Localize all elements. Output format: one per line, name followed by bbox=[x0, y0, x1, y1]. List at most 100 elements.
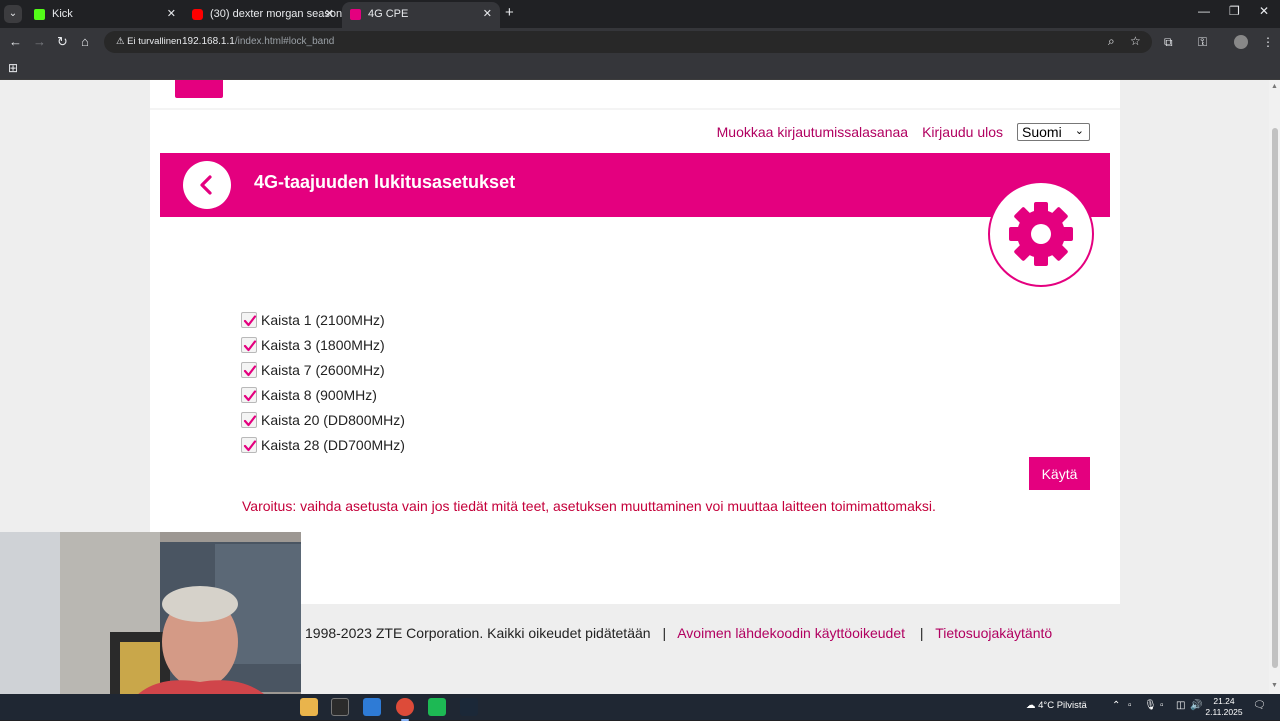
clock-date: 2.11.2025 bbox=[1205, 707, 1243, 717]
tab-youtube[interactable]: (30) dexter morgan season1 ne ✕ bbox=[184, 3, 342, 25]
browser-tab-bar: ⌄ Kick ✕ (30) dexter morgan season1 ne ✕… bbox=[0, 0, 1280, 28]
checkmark-icon bbox=[243, 389, 257, 401]
tray-chevron-up-icon[interactable]: ⌃ bbox=[1112, 700, 1120, 711]
close-tab-icon[interactable]: ✕ bbox=[325, 3, 334, 25]
band-row[interactable]: Kaista 28 (DD700MHz) bbox=[241, 432, 405, 457]
checkmark-icon bbox=[243, 414, 257, 426]
back-icon[interactable]: ← bbox=[9, 34, 22, 49]
chrome-icon[interactable] bbox=[396, 698, 414, 721]
tray-app-icon[interactable]: ▫ bbox=[1160, 700, 1164, 711]
scrollbar-thumb[interactable] bbox=[1272, 128, 1278, 668]
microphone-icon[interactable]: 🎙 bbox=[1144, 700, 1157, 711]
band-checkbox[interactable] bbox=[241, 311, 257, 328]
more-menu-icon[interactable]: ⋮ bbox=[1262, 35, 1274, 49]
band-checkbox[interactable] bbox=[241, 361, 257, 378]
volume-icon[interactable]: 🔊 bbox=[1190, 700, 1202, 711]
taskbar-clock[interactable]: 21.24 2.11.2025 bbox=[1204, 696, 1244, 718]
url-path: /index.html#lock_band bbox=[234, 36, 335, 47]
bookmarks-bar: ⊞ bbox=[0, 56, 1280, 80]
gear-icon bbox=[1009, 202, 1073, 266]
cloud-icon: ☁ bbox=[1026, 700, 1036, 711]
minimize-icon[interactable]: — bbox=[1198, 4, 1210, 18]
privacy-link[interactable]: Tietosuojakäytäntö bbox=[935, 625, 1052, 641]
band-checkbox[interactable] bbox=[241, 386, 257, 403]
scroll-down-icon[interactable]: ▼ bbox=[1271, 682, 1278, 689]
tab-kick[interactable]: Kick ✕ bbox=[26, 3, 184, 25]
footer-separator: | bbox=[919, 625, 924, 641]
band-label: Kaista 7 (2600MHz) bbox=[261, 361, 385, 378]
file-explorer-icon[interactable] bbox=[300, 698, 318, 716]
kick-favicon-icon bbox=[34, 9, 45, 20]
page-scrollbar[interactable]: ▲ ▼ bbox=[1269, 80, 1280, 694]
settings-gear-badge bbox=[988, 181, 1094, 287]
header-divider bbox=[150, 108, 1120, 110]
band-checkbox[interactable] bbox=[241, 436, 257, 453]
home-icon[interactable]: ⌂ bbox=[81, 34, 89, 49]
copyright-text: 1998-2023 ZTE Corporation. Kaikki oikeud… bbox=[305, 625, 651, 641]
profile-avatar-icon[interactable] bbox=[1234, 35, 1248, 49]
forward-icon[interactable]: → bbox=[33, 34, 46, 49]
restore-icon[interactable]: ❐ bbox=[1229, 4, 1240, 18]
tab-4g-cpe[interactable]: 4G CPE ✕ bbox=[342, 2, 500, 28]
warning-text: Varoitus: vaihda asetusta vain jos tiedä… bbox=[242, 498, 936, 514]
password-manager-icon[interactable]: ⚿ bbox=[1198, 35, 1207, 50]
steam-icon[interactable] bbox=[460, 698, 478, 716]
scroll-up-icon[interactable]: ▲ bbox=[1271, 83, 1278, 90]
dna-favicon-icon bbox=[350, 9, 361, 20]
band-row[interactable]: Kaista 8 (900MHz) bbox=[241, 382, 405, 407]
open-source-link[interactable]: Avoimen lähdekoodin käyttöoikeudet bbox=[677, 625, 905, 641]
url-text[interactable]: 192.168.1.1/index.html#lock_band bbox=[182, 31, 334, 53]
band-checkbox[interactable] bbox=[241, 336, 257, 353]
band-label: Kaista 20 (DD800MHz) bbox=[261, 411, 405, 428]
logout-link[interactable]: Kirjaudu ulos bbox=[922, 124, 1003, 140]
close-tab-icon[interactable]: ✕ bbox=[167, 3, 176, 25]
brand-logo[interactable] bbox=[175, 80, 223, 98]
tab-title: Kick bbox=[52, 8, 73, 20]
language-select[interactable]: Suomi ⌄ bbox=[1017, 123, 1090, 141]
checkmark-icon bbox=[243, 364, 257, 376]
band-row[interactable]: Kaista 1 (2100MHz) bbox=[241, 307, 405, 332]
checkmark-icon bbox=[243, 339, 257, 351]
webcam-overlay bbox=[0, 532, 301, 720]
close-window-icon[interactable]: ✕ bbox=[1259, 4, 1269, 18]
band-label: Kaista 3 (1800MHz) bbox=[261, 336, 385, 353]
page-banner: 4G-taajuuden lukitusasetukset bbox=[160, 153, 1110, 217]
footer-separator: | bbox=[662, 625, 667, 641]
band-row[interactable]: Kaista 20 (DD800MHz) bbox=[241, 407, 405, 432]
header-links: Muokkaa kirjautumissalasanaa Kirjaudu ul… bbox=[717, 123, 1090, 141]
apply-button[interactable]: Käytä bbox=[1029, 457, 1090, 490]
network-icon[interactable]: ◫ bbox=[1176, 700, 1185, 711]
store-icon[interactable] bbox=[331, 698, 349, 716]
band-label: Kaista 28 (DD700MHz) bbox=[261, 436, 405, 453]
notifications-icon[interactable]: 🗨 bbox=[1253, 700, 1266, 711]
band-row[interactable]: Kaista 3 (1800MHz) bbox=[241, 332, 405, 357]
close-tab-icon[interactable]: ✕ bbox=[483, 2, 492, 26]
warning-triangle-icon: ⚠ bbox=[116, 36, 125, 47]
band-label: Kaista 8 (900MHz) bbox=[261, 386, 377, 403]
tray-app-icon[interactable]: ▫ bbox=[1128, 700, 1132, 711]
zoom-icon[interactable]: ⌕ bbox=[1108, 34, 1115, 49]
back-button[interactable] bbox=[183, 161, 231, 209]
clock-time: 21.24 bbox=[1213, 696, 1235, 706]
chevron-down-icon: ⌄ bbox=[1074, 125, 1084, 137]
apps-grid-icon[interactable]: ⊞ bbox=[8, 61, 18, 75]
security-chip[interactable]: ⚠ Ei turvallinen bbox=[110, 34, 188, 50]
url-host: 192.168.1.1 bbox=[182, 36, 235, 47]
reload-icon[interactable]: ↻ bbox=[57, 34, 68, 50]
change-password-link[interactable]: Muokkaa kirjautumissalasanaa bbox=[717, 124, 908, 140]
bookmark-star-icon[interactable]: ☆ bbox=[1130, 34, 1141, 48]
language-value: Suomi bbox=[1022, 124, 1062, 140]
weather-widget[interactable]: ☁ 4°C Pilvistä bbox=[1026, 700, 1087, 711]
tab-search-chevron-icon[interactable]: ⌄ bbox=[4, 5, 22, 23]
outlook-icon[interactable] bbox=[363, 698, 381, 716]
app-icon[interactable] bbox=[428, 698, 446, 716]
address-bar[interactable]: ⚠ Ei turvallinen 192.168.1.1/index.html#… bbox=[104, 31, 1152, 53]
band-row[interactable]: Kaista 7 (2600MHz) bbox=[241, 357, 405, 382]
extensions-icon[interactable]: ⧉ bbox=[1164, 35, 1173, 50]
band-checkbox[interactable] bbox=[241, 411, 257, 428]
new-tab-icon[interactable]: + bbox=[505, 4, 519, 21]
tab-title: 4G CPE bbox=[368, 8, 409, 20]
content-panel: Muokkaa kirjautumissalasanaa Kirjaudu ul… bbox=[150, 80, 1120, 604]
band-list: Kaista 1 (2100MHz) Kaista 3 (1800MHz) Kais… bbox=[241, 307, 405, 457]
security-label: Ei turvallinen bbox=[127, 36, 182, 47]
